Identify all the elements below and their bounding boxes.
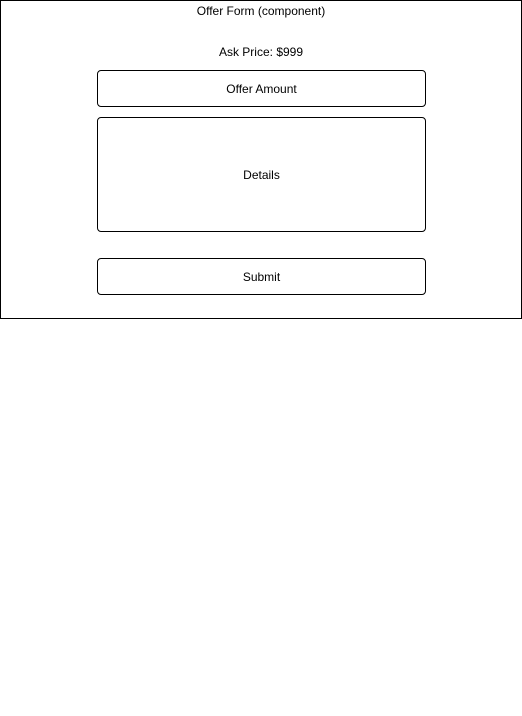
ask-price-label: Ask Price: $999: [218, 45, 304, 59]
offer-amount-field[interactable]: Offer Amount: [97, 70, 426, 107]
details-field[interactable]: Details: [97, 117, 426, 232]
offer-form-component: Offer Form (component) Ask Price: $999 O…: [0, 0, 522, 319]
submit-button[interactable]: Submit: [97, 258, 426, 295]
details-label: Details: [243, 167, 280, 182]
offer-amount-label: Offer Amount: [226, 81, 297, 96]
submit-label: Submit: [242, 269, 281, 284]
component-title: Offer Form (component): [196, 4, 326, 18]
